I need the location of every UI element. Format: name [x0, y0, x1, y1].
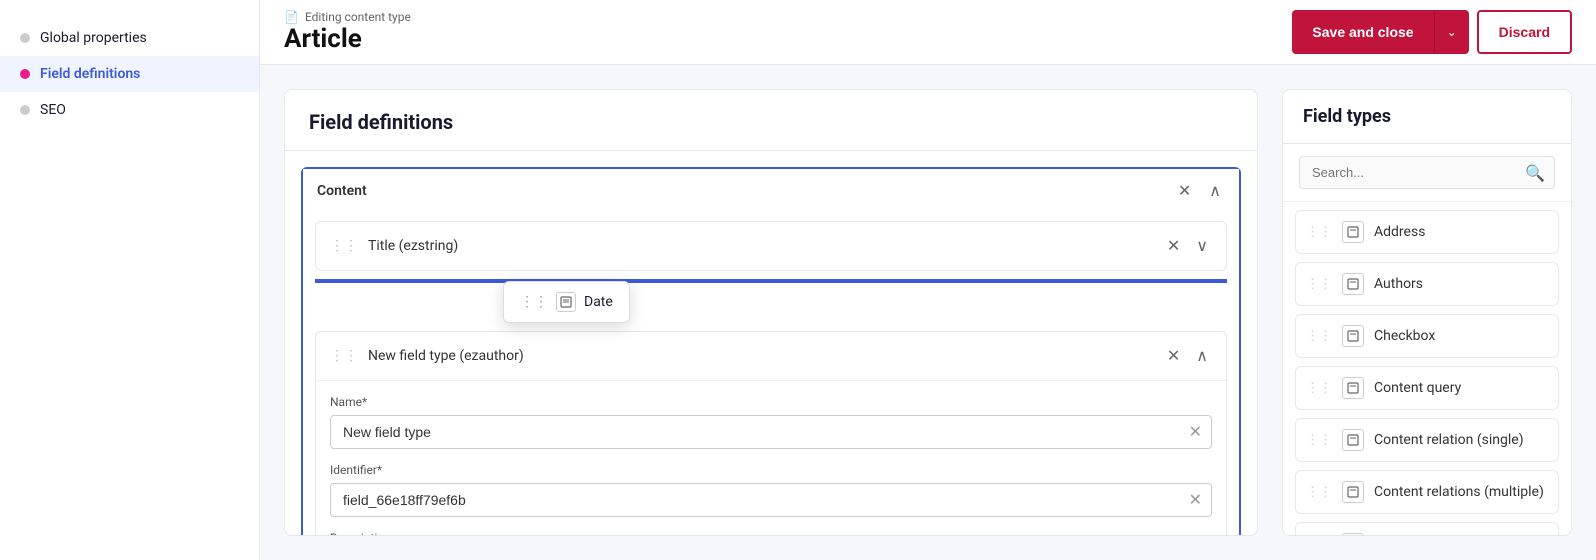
field-types-search-input[interactable]	[1299, 156, 1555, 189]
name-group: Name* ✕	[330, 395, 1212, 449]
ft-icon-address	[1342, 221, 1364, 243]
field-type-content-relation-single[interactable]: ⋮⋮ Content relation (single)	[1295, 418, 1559, 462]
tooltip-label: Date	[584, 294, 613, 310]
group-name: Content	[317, 183, 367, 199]
field-type-content-query[interactable]: ⋮⋮ Content query	[1295, 366, 1559, 410]
header-actions: Save and close ⌄ Discard	[1292, 10, 1572, 54]
field-type-checkbox[interactable]: ⋮⋮ Checkbox	[1295, 314, 1559, 358]
content-area: Field definitions Content ✕ ∧	[260, 65, 1596, 560]
identifier-input[interactable]	[330, 483, 1212, 517]
name-input-wrap: ✕	[330, 415, 1212, 449]
drag-handle-title[interactable]: ⋮⋮	[330, 238, 358, 254]
field-type-content-relations-multiple[interactable]: ⋮⋮ Content relations (multiple)	[1295, 470, 1559, 514]
sidebar-item-field-definitions[interactable]: Field definitions	[0, 56, 259, 92]
group-actions: ✕ ∧	[1174, 179, 1225, 203]
sidebar-label: Global properties	[40, 30, 147, 46]
ft-drag-cr-single: ⋮⋮	[1306, 433, 1332, 448]
field-panel-body: Content ✕ ∧ ⋮⋮ Title (ezstring)	[285, 151, 1257, 535]
group-close-btn[interactable]: ✕	[1174, 179, 1195, 203]
sidebar-item-seo[interactable]: SEO	[0, 92, 259, 128]
ft-icon-authors	[1342, 273, 1364, 295]
search-icon: 🔍	[1525, 163, 1545, 182]
identifier-clear-btn[interactable]: ✕	[1189, 490, 1202, 510]
ft-label-cr-multiple: Content relations (multiple)	[1374, 484, 1544, 500]
tooltip-field-icon	[556, 292, 576, 312]
sidebar: Global properties Field definitions SEO	[0, 0, 260, 560]
field-type-address[interactable]: ⋮⋮ Address	[1295, 210, 1559, 254]
ft-icon-cr-single	[1342, 429, 1364, 451]
discard-button[interactable]: Discard	[1477, 10, 1572, 54]
identifier-input-wrap: ✕	[330, 483, 1212, 517]
field-row-new: ⋮⋮ New field type (ezauthor) ✕ ∧	[315, 331, 1227, 535]
ft-drag-address: ⋮⋮	[1306, 225, 1332, 240]
field-title-expand[interactable]: ∨	[1192, 234, 1212, 258]
description-label: Description	[330, 531, 1212, 535]
ft-label-content-query: Content query	[1374, 380, 1461, 396]
ft-icon-content-query	[1342, 377, 1364, 399]
field-new-actions: ✕ ∧	[1163, 344, 1212, 368]
save-close-button[interactable]: Save and close	[1292, 10, 1433, 54]
field-title-close[interactable]: ✕	[1163, 234, 1184, 258]
field-row-body: Name* ✕ Identifier*	[316, 380, 1226, 535]
field-panel-title: Field definitions	[309, 110, 1233, 134]
field-new-label: New field type (ezauthor)	[368, 348, 1163, 364]
drag-handle-new[interactable]: ⋮⋮	[330, 348, 358, 364]
ft-drag-content-query: ⋮⋮	[1306, 381, 1332, 396]
ft-label-checkbox: Checkbox	[1374, 328, 1435, 344]
sidebar-dot-active	[20, 69, 30, 79]
content-group: Content ✕ ∧ ⋮⋮ Title (ezstring)	[301, 167, 1241, 535]
field-type-authors[interactable]: ⋮⋮ Authors	[1295, 262, 1559, 306]
sidebar-item-global-properties[interactable]: Global properties	[0, 20, 259, 56]
group-collapse-btn[interactable]: ∧	[1205, 179, 1225, 203]
field-new-expand[interactable]: ∧	[1192, 344, 1212, 368]
ft-icon-checkbox	[1342, 325, 1364, 347]
doc-icon: 📄	[284, 10, 299, 24]
editing-label: 📄 Editing content type	[284, 10, 411, 24]
field-row-title-header: ⋮⋮ Title (ezstring) ✕ ∨	[316, 222, 1226, 270]
identifier-label: Identifier*	[330, 463, 1212, 477]
sidebar-dot-seo	[20, 105, 30, 115]
ft-icon-cr-multiple	[1342, 481, 1364, 503]
page-title: Article	[284, 24, 411, 54]
save-close-chevron[interactable]: ⌄	[1434, 10, 1469, 54]
field-types-list: ⋮⋮ Address ⋮⋮ Authors ⋮⋮	[1283, 202, 1571, 535]
field-types-header: Field types	[1283, 90, 1571, 144]
page-header: 📄 Editing content type Article Save and …	[260, 0, 1596, 65]
page-title-area: 📄 Editing content type Article	[284, 10, 411, 54]
ft-label-cr-single: Content relation (single)	[1374, 432, 1524, 448]
sidebar-label-active: Field definitions	[40, 66, 140, 82]
main-content: 📄 Editing content type Article Save and …	[260, 0, 1596, 560]
ft-label-authors: Authors	[1374, 276, 1423, 292]
tooltip-drag-handle: ⋮⋮	[520, 294, 548, 310]
ft-drag-checkbox: ⋮⋮	[1306, 329, 1332, 344]
ft-label-address: Address	[1374, 224, 1425, 240]
ft-drag-authors: ⋮⋮	[1306, 277, 1332, 292]
sidebar-dot	[20, 33, 30, 43]
field-row-title: ⋮⋮ Title (ezstring) ✕ ∨	[315, 221, 1227, 271]
name-input[interactable]	[330, 415, 1212, 449]
field-panel-header: Field definitions	[285, 90, 1257, 151]
ft-drag-cr-multiple: ⋮⋮	[1306, 485, 1332, 500]
field-types-panel: Field types 🔍 ⋮⋮ Address ⋮⋮	[1282, 89, 1572, 536]
field-new-close[interactable]: ✕	[1163, 344, 1184, 368]
drag-tooltip-inner: ⋮⋮ Date	[503, 281, 630, 323]
identifier-group: Identifier* ✕	[330, 463, 1212, 517]
group-header: Content ✕ ∧	[303, 169, 1239, 213]
save-close-group: Save and close ⌄	[1292, 10, 1468, 54]
field-types-search-wrap: 🔍	[1283, 144, 1571, 202]
name-clear-btn[interactable]: ✕	[1189, 422, 1202, 442]
field-type-country[interactable]: ⋮⋮ Country	[1295, 522, 1559, 535]
drag-tooltip: ⋮⋮ Date	[303, 281, 1239, 323]
name-label: Name*	[330, 395, 1212, 409]
ft-icon-country	[1342, 533, 1364, 535]
field-title-label: Title (ezstring)	[368, 238, 1163, 254]
description-group: Description	[330, 531, 1212, 535]
field-title-actions: ✕ ∨	[1163, 234, 1212, 258]
field-definitions-panel: Field definitions Content ✕ ∧	[284, 89, 1258, 536]
field-row-new-header: ⋮⋮ New field type (ezauthor) ✕ ∧	[316, 332, 1226, 380]
sidebar-label-seo: SEO	[40, 102, 66, 118]
